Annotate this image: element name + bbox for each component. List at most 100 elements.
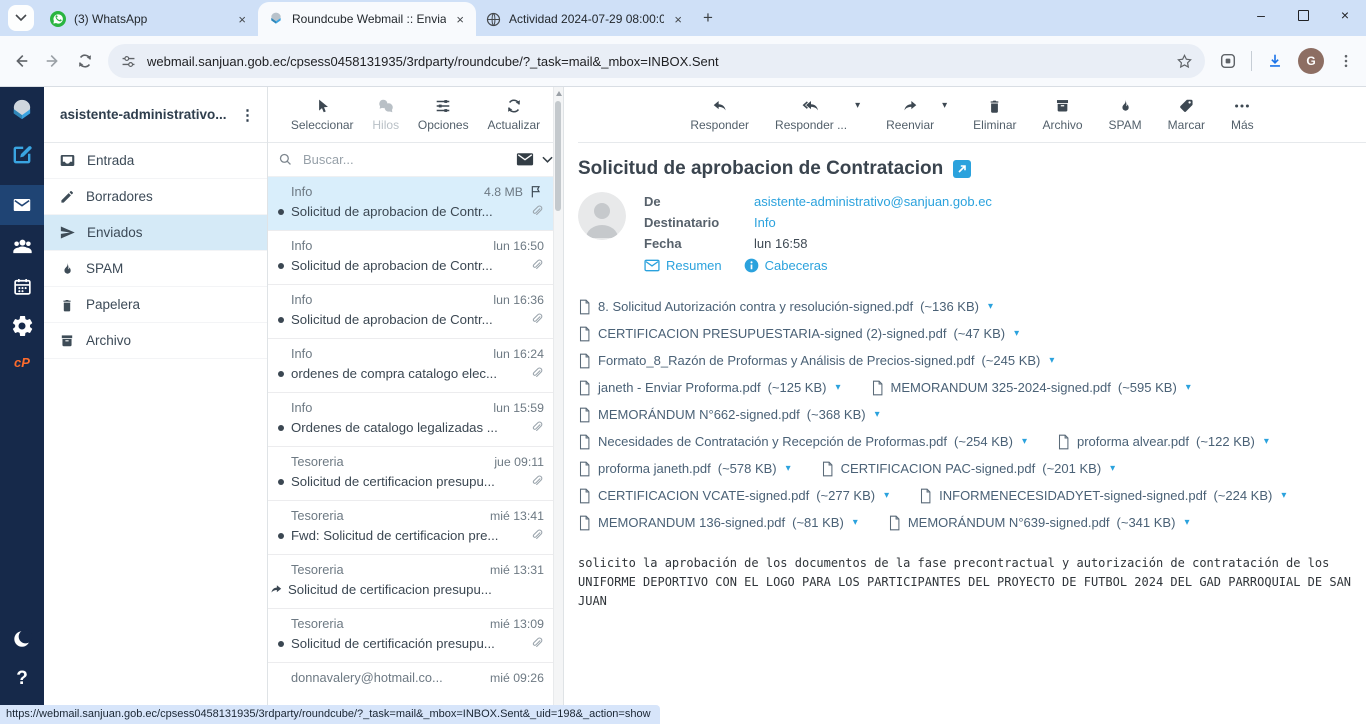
account-menu-icon[interactable]: ⋮ xyxy=(234,106,255,124)
compose-button[interactable] xyxy=(10,143,34,167)
reply-all-caret-icon[interactable]: ▾ xyxy=(855,100,860,111)
help-button[interactable]: ? xyxy=(16,668,28,690)
tab-close-icon[interactable]: × xyxy=(454,12,466,27)
window-maximize-button[interactable] xyxy=(1282,0,1324,30)
more-button[interactable]: Más xyxy=(1231,97,1254,132)
omnibox[interactable]: webmail.sanjuan.gob.ec/cpsess0458131935/… xyxy=(108,44,1205,78)
select-button[interactable]: Seleccionar xyxy=(291,97,354,132)
attachment-item[interactable]: janeth - Enviar Proforma.pdf(~125 KB)▾ xyxy=(578,380,841,396)
account-header[interactable]: asistente-administrativo... ⋮ xyxy=(44,87,267,143)
tab-search-button[interactable] xyxy=(8,5,34,31)
attachment-menu-caret-icon[interactable]: ▾ xyxy=(875,409,880,420)
attachment-menu-caret-icon[interactable]: ▾ xyxy=(1184,517,1189,528)
message-row[interactable]: Tesoreriajue 09:11 Solicitud de certific… xyxy=(268,447,554,501)
tab-whatsapp[interactable]: (3) WhatsApp × xyxy=(40,2,258,36)
forward-button[interactable] xyxy=(44,52,62,70)
list-scrollbar[interactable] xyxy=(553,87,563,724)
headers-link[interactable]: Cabeceras xyxy=(744,258,828,273)
dark-mode-button[interactable] xyxy=(11,628,33,650)
attachment-item[interactable]: MEMORANDUM 325-2024-signed.pdf(~595 KB)▾ xyxy=(871,380,1191,396)
attachment-item[interactable]: Necesidades de Contratación y Recepción … xyxy=(578,434,1027,450)
summary-link[interactable]: Resumen xyxy=(644,258,722,273)
new-tab-button[interactable]: + xyxy=(694,4,722,32)
message-row[interactable]: Infolun 15:59 Ordenes de catalogo legali… xyxy=(268,393,554,447)
archive-button[interactable]: Archivo xyxy=(1043,97,1083,132)
message-row[interactable]: Tesoreriamié 13:31 Solicitud de certific… xyxy=(268,555,554,609)
reply-all-button[interactable]: Responder ... xyxy=(775,97,847,132)
attachment-menu-caret-icon[interactable]: ▾ xyxy=(786,463,791,474)
message-row[interactable]: Infolun 16:50 Solicitud de aprobacion de… xyxy=(268,231,554,285)
delete-button[interactable]: Eliminar xyxy=(973,97,1016,132)
options-button[interactable]: Opciones xyxy=(418,97,469,132)
attachment-item[interactable]: MEMORÁNDUM N°662-signed.pdf(~368 KB)▾ xyxy=(578,407,880,423)
message-row[interactable]: Tesoreriamié 13:41 Fwd: Solicitud de cer… xyxy=(268,501,554,555)
window-close-button[interactable]: × xyxy=(1324,0,1366,30)
attachment-item[interactable]: proforma alvear.pdf(~122 KB)▾ xyxy=(1057,434,1269,450)
tab-roundcube[interactable]: Roundcube Webmail :: Enviado: × xyxy=(258,2,476,36)
cpanel-icon[interactable]: cP xyxy=(14,355,30,370)
profile-avatar[interactable]: G xyxy=(1298,48,1324,74)
attachment-item[interactable]: proforma janeth.pdf(~578 KB)▾ xyxy=(578,461,791,477)
calendar-nav-button[interactable] xyxy=(12,276,33,297)
open-in-new-icon[interactable] xyxy=(953,160,971,178)
folder-entrada[interactable]: Entrada xyxy=(44,143,267,179)
message-row[interactable]: Info4.8 MB Solicitud de aprobacion de Co… xyxy=(268,177,554,231)
folder-borradores[interactable]: Borradores xyxy=(44,179,267,215)
attachment-item[interactable]: 8. Solicitud Autorización contra y resol… xyxy=(578,299,993,315)
attachment-item[interactable]: CERTIFICACION PAC-signed.pdf(~201 KB)▾ xyxy=(821,461,1116,477)
attachment-menu-caret-icon[interactable]: ▾ xyxy=(1264,436,1269,447)
threads-button[interactable]: Hilos xyxy=(372,97,399,132)
attachment-menu-caret-icon[interactable]: ▾ xyxy=(1014,328,1019,339)
back-button[interactable] xyxy=(12,52,30,70)
attachment-menu-caret-icon[interactable]: ▾ xyxy=(853,517,858,528)
window-minimize-button[interactable]: – xyxy=(1240,0,1282,30)
attachment-item[interactable]: CERTIFICACION PRESUPUESTARIA-signed (2)-… xyxy=(578,326,1019,342)
mail-nav-button[interactable] xyxy=(0,185,44,225)
tab-close-icon[interactable]: × xyxy=(236,12,248,27)
message-row[interactable]: Infolun 16:36 Solicitud de aprobacion de… xyxy=(268,285,554,339)
attachment-menu-caret-icon[interactable]: ▾ xyxy=(988,301,993,312)
attachment-item[interactable]: MEMORÁNDUM N°639-signed.pdf(~341 KB)▾ xyxy=(888,515,1190,531)
url-text[interactable]: webmail.sanjuan.gob.ec/cpsess0458131935/… xyxy=(147,54,1166,69)
browser-menu-icon[interactable] xyxy=(1338,53,1354,69)
forward-caret-icon[interactable]: ▾ xyxy=(942,100,947,111)
tab-close-icon[interactable]: × xyxy=(672,12,684,27)
search-scope-caret-icon[interactable] xyxy=(542,156,553,164)
forward-button[interactable]: Reenviar xyxy=(886,97,934,132)
download-icon[interactable] xyxy=(1266,52,1284,70)
reply-button[interactable]: Responder xyxy=(690,97,749,132)
search-input[interactable] xyxy=(301,151,508,168)
message-row[interactable]: Tesoreriamié 13:09 Solicitud de certific… xyxy=(268,609,554,663)
refresh-button[interactable]: Actualizar xyxy=(487,97,540,132)
tab-actividad[interactable]: Actividad 2024-07-29 08:00:00 × xyxy=(476,2,694,36)
attachment-menu-caret-icon[interactable]: ▾ xyxy=(1049,355,1054,366)
contacts-nav-button[interactable] xyxy=(11,235,34,258)
reload-button[interactable] xyxy=(76,52,94,70)
settings-nav-button[interactable] xyxy=(11,315,33,337)
attachment-menu-caret-icon[interactable]: ▾ xyxy=(1110,463,1115,474)
flag-icon[interactable] xyxy=(529,184,544,199)
scroll-up-arrow[interactable] xyxy=(556,91,562,96)
site-settings-icon[interactable] xyxy=(120,53,137,70)
folder-archivo[interactable]: Archivo xyxy=(44,323,267,359)
spam-button[interactable]: SPAM xyxy=(1109,97,1142,132)
attachment-menu-caret-icon[interactable]: ▾ xyxy=(835,382,840,393)
search-scope-icon[interactable] xyxy=(516,152,534,167)
to-address[interactable]: Info xyxy=(754,215,776,230)
attachment-item[interactable]: MEMORANDUM 136-signed.pdf(~81 KB)▾ xyxy=(578,515,858,531)
attachment-menu-caret-icon[interactable]: ▾ xyxy=(1186,382,1191,393)
message-row[interactable]: Infolun 16:24 ordenes de compra catalogo… xyxy=(268,339,554,393)
attachment-menu-caret-icon[interactable]: ▾ xyxy=(1022,436,1027,447)
folder-papelera[interactable]: Papelera xyxy=(44,287,267,323)
attachment-item[interactable]: Formato_8_Razón de Proformas y Análisis … xyxy=(578,353,1054,369)
mark-button[interactable]: Marcar xyxy=(1168,97,1205,132)
bookmark-star-icon[interactable] xyxy=(1176,53,1193,70)
extensions-icon[interactable] xyxy=(1219,52,1237,70)
folder-spam[interactable]: SPAM xyxy=(44,251,267,287)
attachment-menu-caret-icon[interactable]: ▾ xyxy=(1281,490,1286,501)
folder-enviados[interactable]: Enviados xyxy=(44,215,267,251)
attachment-item[interactable]: CERTIFICACION VCATE-signed.pdf(~277 KB)▾ xyxy=(578,488,889,504)
from-address[interactable]: asistente-administrativo@sanjuan.gob.ec xyxy=(754,194,992,209)
attachment-menu-caret-icon[interactable]: ▾ xyxy=(884,490,889,501)
scroll-thumb[interactable] xyxy=(555,101,561,211)
